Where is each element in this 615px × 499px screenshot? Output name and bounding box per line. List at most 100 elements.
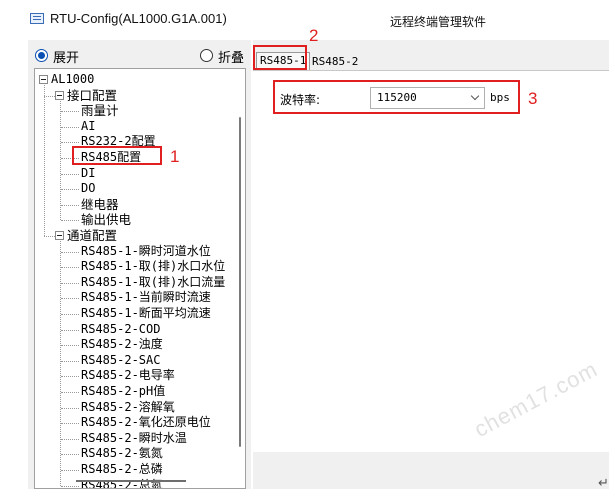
tree-connector bbox=[61, 220, 79, 222]
tree-item-0-6[interactable]: 继电器 bbox=[81, 197, 119, 212]
tree-item-0-1-label: AI bbox=[81, 118, 96, 133]
tree-connector bbox=[61, 438, 79, 440]
tree-connector bbox=[61, 282, 79, 284]
tree-item-1-0[interactable]: RS485-1-瞬时河道水位 bbox=[81, 244, 211, 259]
tree-item-1-1-label: RS485-1-取(排)水口水位 bbox=[81, 259, 226, 274]
tree-item-1-6[interactable]: RS485-2-浊度 bbox=[81, 337, 163, 352]
tree-root[interactable]: AL1000 bbox=[51, 72, 94, 87]
collapse-radio[interactable] bbox=[200, 49, 213, 62]
tree-collapse-minus-icon[interactable] bbox=[55, 231, 64, 240]
tree-item-1-7[interactable]: RS485-2-SAC bbox=[81, 353, 160, 368]
tree-item-1-13[interactable]: RS485-2-氨氮 bbox=[81, 446, 163, 461]
tree-item-1-11[interactable]: RS485-2-氧化还原电位 bbox=[81, 415, 211, 430]
tree-item-1-9-label: RS485-2-pH值 bbox=[81, 384, 166, 398]
tree-connector bbox=[61, 251, 79, 253]
app-window-icon bbox=[30, 13, 44, 24]
config-tree[interactable]: AL1000 接口配置 雨量计 AI RS232-2配置 RS485配置 DI DO 继电器 输出… bbox=[34, 68, 246, 489]
tree-item-1-2-label: RS485-1-取(排)水口流量 bbox=[81, 274, 226, 289]
tree-item-1-4-label: RS485-1-断面平均流速 bbox=[81, 306, 211, 320]
callout-number-3: 3 bbox=[528, 89, 538, 108]
tree-collapse-minus-icon[interactable] bbox=[39, 75, 48, 84]
expand-radio[interactable] bbox=[35, 49, 48, 62]
tree-group-1-label: 通道配置 bbox=[67, 228, 118, 243]
tree-connector bbox=[61, 454, 79, 456]
callout-number-1: 1 bbox=[170, 147, 180, 166]
tree-item-1-3-label: RS485-1-当前瞬时流速 bbox=[81, 290, 211, 305]
tree-item-1-4[interactable]: RS485-1-断面平均流速 bbox=[81, 306, 211, 321]
tab-rs485-2[interactable]: RS485-2 bbox=[309, 54, 361, 70]
tree-connector bbox=[61, 360, 79, 362]
tree-connector bbox=[61, 267, 79, 269]
tree-item-0-7[interactable]: 输出供电 bbox=[81, 212, 131, 227]
tree-connector bbox=[61, 173, 79, 175]
tree-connector bbox=[61, 111, 79, 113]
tree-connector bbox=[61, 329, 79, 331]
tree-item-1-8-label: RS485-2-电导率 bbox=[81, 368, 175, 383]
tree-connector bbox=[61, 470, 79, 471]
tree-group-0-label: 接口配置 bbox=[67, 87, 118, 103]
tree-connector bbox=[44, 236, 55, 237]
left-panel: 展开 折叠 AL1000 接口配置 雨量计 AI RS232-2配置 RS485配置 DI D… bbox=[28, 40, 251, 489]
tree-connector bbox=[61, 423, 79, 425]
tree-guide-line bbox=[44, 85, 45, 236]
tree-item-1-5-label: RS485-2-COD bbox=[81, 321, 161, 336]
tree-item-1-12-label: RS485-2-瞬时水温 bbox=[81, 430, 187, 445]
tree-horizontal-scroll-thumb[interactable] bbox=[76, 480, 186, 482]
tree-item-1-12[interactable]: RS485-2-瞬时水温 bbox=[81, 431, 187, 446]
tree-vertical-scroll-thumb[interactable] bbox=[239, 117, 241, 447]
callout-number-2: 2 bbox=[309, 26, 319, 45]
tree-content: AL1000 接口配置 雨量计 AI RS232-2配置 RS485配置 DI DO 继电器 输出… bbox=[35, 69, 233, 488]
tree-connector bbox=[61, 126, 79, 128]
tab-bottom-area bbox=[253, 453, 609, 489]
tree-item-0-4-label: DI bbox=[81, 165, 96, 180]
tree-connector bbox=[61, 485, 79, 487]
callout-box-1 bbox=[72, 146, 162, 165]
tree-item-1-7-label: RS485-2-SAC bbox=[81, 352, 161, 367]
tree-item-1-6-label: RS485-2-浊度 bbox=[81, 337, 163, 352]
tree-item-1-2[interactable]: RS485-1-取(排)水口流量 bbox=[81, 275, 225, 290]
tree-item-1-13-label: RS485-2-氨氮 bbox=[81, 446, 163, 461]
tree-item-1-3[interactable]: RS485-1-当前瞬时流速 bbox=[81, 290, 211, 305]
tree-connector bbox=[61, 142, 79, 144]
callout-box-2 bbox=[253, 45, 307, 70]
tree-item-0-5-label: DO bbox=[81, 181, 96, 196]
tree-item-0-4[interactable]: DI bbox=[81, 166, 95, 181]
tree-connector bbox=[61, 345, 79, 347]
tree-group-0[interactable]: 接口配置 bbox=[67, 88, 117, 103]
tree-item-0-7-label: 输出供电 bbox=[81, 212, 132, 228]
tree-connector bbox=[61, 204, 79, 206]
tree-collapse-minus-icon[interactable] bbox=[55, 90, 64, 100]
tree-item-1-1[interactable]: RS485-1-取(排)水口水位 bbox=[81, 259, 225, 274]
tree-connector bbox=[61, 392, 79, 393]
tree-item-0-5[interactable]: DO bbox=[81, 181, 95, 196]
tree-item-1-9[interactable]: RS485-2-pH值 bbox=[81, 384, 165, 399]
tree-item-0-0-label: 雨量计 bbox=[81, 103, 119, 119]
tree-group-1[interactable]: 通道配置 bbox=[67, 228, 117, 243]
tree-item-1-14[interactable]: RS485-2-总磷 bbox=[81, 462, 163, 477]
tree-connector bbox=[61, 314, 79, 315]
tree-connector bbox=[61, 407, 79, 409]
tree-item-1-14-label: RS485-2-总磷 bbox=[81, 462, 163, 476]
tree-guide-line bbox=[60, 241, 61, 486]
tree-item-0-1[interactable]: AI bbox=[81, 119, 95, 134]
title-bar: RTU-Config(AL1000.G1A.001) 远程终端管理软件 bbox=[0, 0, 615, 38]
tree-item-1-10[interactable]: RS485-2-溶解氧 bbox=[81, 400, 175, 415]
tree-item-1-5[interactable]: RS485-2-COD bbox=[81, 322, 160, 337]
tree-item-1-0-label: RS485-1-瞬时河道水位 bbox=[81, 243, 211, 258]
app-title: 远程终端管理软件 bbox=[390, 15, 487, 29]
tree-item-0-6-label: 继电器 bbox=[81, 196, 119, 212]
expand-collapse-radio-group: 展开 折叠 bbox=[28, 47, 251, 66]
window-title: RTU-Config(AL1000.G1A.001) bbox=[50, 11, 227, 26]
tree-vertical-scrollbar[interactable] bbox=[234, 69, 245, 488]
tree-item-1-10-label: RS485-2-溶解氧 bbox=[81, 399, 175, 414]
collapse-radio-label[interactable]: 折叠 bbox=[218, 47, 244, 66]
tree-guide-line bbox=[60, 100, 61, 221]
tree-connector bbox=[61, 376, 79, 378]
tree-root-label: AL1000 bbox=[51, 72, 95, 86]
tree-item-0-0[interactable]: 雨量计 bbox=[81, 103, 119, 118]
expand-radio-label[interactable]: 展开 bbox=[53, 47, 79, 66]
tree-connector bbox=[61, 189, 79, 191]
tree-connector bbox=[61, 298, 79, 300]
return-mark: ↵ bbox=[598, 476, 609, 491]
tree-item-1-8[interactable]: RS485-2-电导率 bbox=[81, 368, 175, 383]
